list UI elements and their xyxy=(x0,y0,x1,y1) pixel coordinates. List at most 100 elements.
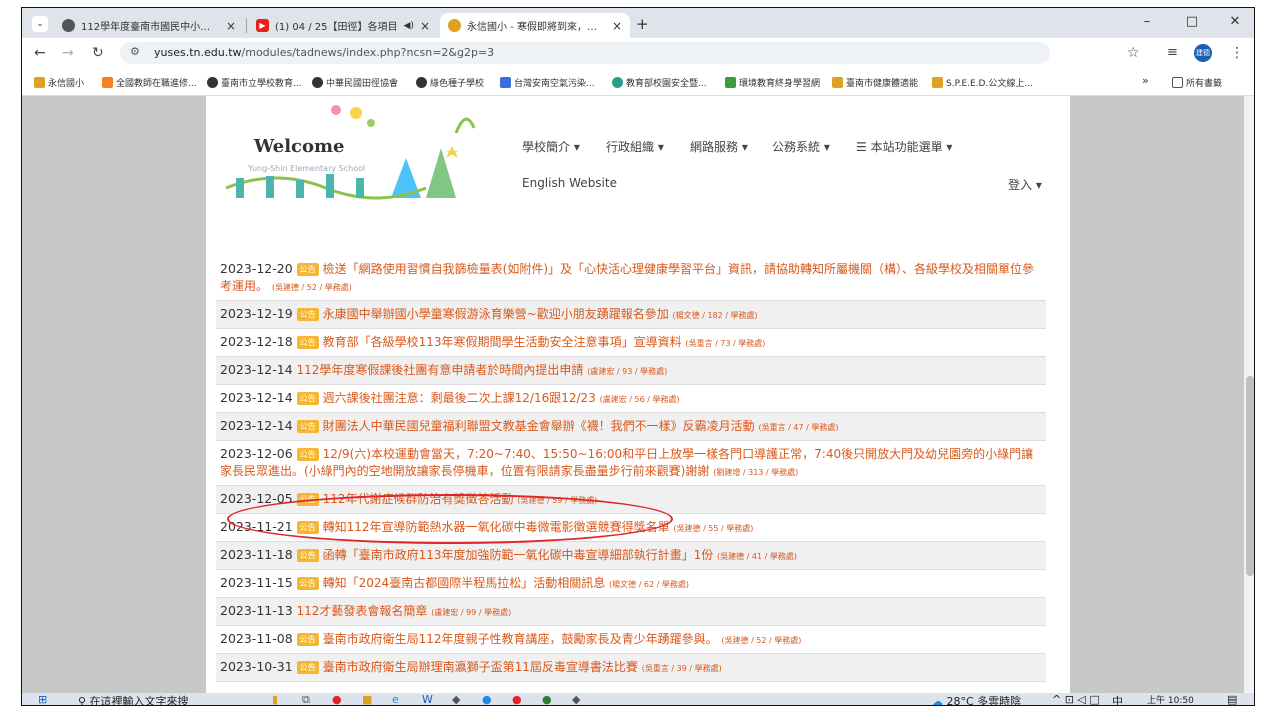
news-row[interactable]: 2023-12-20 公告 檢送「網路使用習慣自我篩檢量表(如附件)」及「心快活心理… xyxy=(216,256,1046,301)
maximize-button[interactable]: □ xyxy=(1177,14,1207,29)
folder-icon xyxy=(1172,77,1183,88)
scroll-thumb[interactable] xyxy=(1246,376,1254,576)
bookmark-icon xyxy=(725,77,736,88)
screen: ⌄ 112學年度臺南市國民中小學田… × ▶ (1) 04 / 25【田徑】各項… xyxy=(21,7,1255,706)
news-row[interactable]: 2023-11-15 公告 轉知「2024臺南古都國際半程馬拉松」活動相關訊息 (楊… xyxy=(216,570,1046,598)
windows-taskbar: ⊞ ⚲ 在這裡輸入文字來搜 ▮ ⧉ ● ■ e W ◆ ● ● ● ◆ ☁ 28… xyxy=(22,693,1254,706)
windows-start-icon[interactable]: ⊞ xyxy=(38,693,47,705)
word-icon[interactable]: W xyxy=(422,693,433,705)
news-list: 2023-12-20 公告 檢送「網路使用習慣自我篩檢量表(如附件)」及「心快活心理… xyxy=(216,256,1046,682)
site-info-icon[interactable]: ⚙ xyxy=(130,45,140,58)
bookmark-item[interactable]: 永信國小 xyxy=(34,76,84,89)
bookmark-icon xyxy=(500,77,511,88)
youtube-icon: ▶ xyxy=(256,19,269,32)
audio-icon[interactable]: ◀) xyxy=(404,21,414,31)
address-bar[interactable]: ⚙ yuses.tn.edu.tw/modules/tadnews/index.… xyxy=(120,42,1050,64)
news-row[interactable]: 2023-12-18 公告 教育部「各級學校113年寒假期間學生活動安全注意事項」宣… xyxy=(216,329,1046,357)
taskbar-app-icon[interactable]: ▮ xyxy=(272,693,278,705)
bookmark-item[interactable]: 綠色種子學校 xyxy=(416,76,484,89)
bookmark-item[interactable]: 全國教師在職進修... xyxy=(102,76,197,89)
app-icon[interactable]: ◆ xyxy=(572,693,580,705)
news-row[interactable]: 2023-11-18 公告 函轉「臺南市政府113年度加強防範一氧化碳中毒宣導細部執… xyxy=(216,542,1046,570)
globe-icon xyxy=(62,19,75,32)
announcement-badge: 公告 xyxy=(296,420,319,433)
menu-kebab-icon[interactable]: ⋮ xyxy=(1230,45,1244,61)
task-view-icon[interactable]: ⧉ xyxy=(302,693,310,705)
site-header: Welcome Yung-Shin Elementary School 學校簡介… xyxy=(206,96,1070,246)
news-row[interactable]: 2023-11-13 112才藝發表會報名簡章 (盧建宏 / 99 / 學務處) xyxy=(216,598,1046,626)
new-tab-button[interactable]: + xyxy=(636,15,649,33)
notification-icon[interactable]: ▤ xyxy=(1227,693,1237,705)
globe-icon xyxy=(207,77,218,88)
globe-icon xyxy=(312,77,323,88)
bookmark-icon xyxy=(612,77,623,88)
tab-search-button[interactable]: ⌄ xyxy=(32,16,48,32)
file-explorer-icon[interactable]: ■ xyxy=(362,693,372,705)
tab-2[interactable]: ▶ (1) 04 / 25【田徑】各項目 ◀) × xyxy=(248,13,438,38)
line-icon[interactable]: ● xyxy=(542,693,552,705)
weather-widget[interactable]: ☁ 28°C 多雲時陰 xyxy=(932,693,1021,706)
bookmark-item[interactable]: 中華民國田徑協會 xyxy=(312,76,398,89)
menu-network-services[interactable]: 網路服務 ▾ xyxy=(690,138,748,155)
highlight-circle-annotation xyxy=(227,494,673,544)
school-favicon-icon xyxy=(448,19,461,32)
bookmark-item[interactable]: 台灣安南空氣污染... xyxy=(500,76,595,89)
app-icon[interactable]: ● xyxy=(482,693,492,705)
bookmark-item[interactable]: 臺南市健康體適能 xyxy=(832,76,918,89)
ime-indicator[interactable]: 中 xyxy=(1112,693,1123,705)
bookmark-icon xyxy=(932,77,943,88)
close-tab-icon[interactable]: × xyxy=(612,19,622,33)
chrome-icon[interactable]: ● xyxy=(332,693,342,705)
clock[interactable]: 上午 10:50 xyxy=(1147,693,1194,705)
login-dropdown[interactable]: 登入 ▾ xyxy=(1008,176,1042,193)
bookmarks-bar: 永信國小 全國教師在職進修... 臺南市立學校教育... 中華民國田徑協會 綠色… xyxy=(22,68,1254,96)
page-scrollbar[interactable] xyxy=(1244,96,1254,693)
profile-avatar[interactable]: 建德 xyxy=(1194,44,1212,62)
list-icon: ☰ xyxy=(856,140,871,154)
news-row[interactable]: 2023-12-06 公告 12/9(六)本校運動會當天，7:20~7:40、15:… xyxy=(216,441,1046,486)
weather-icon: ☁ xyxy=(932,695,947,706)
announcement-badge: 公告 xyxy=(296,549,319,562)
close-window-button[interactable]: ✕ xyxy=(1220,14,1250,29)
menu-admin-org[interactable]: 行政組織 ▾ xyxy=(606,138,664,155)
close-tab-icon[interactable]: × xyxy=(420,19,430,33)
back-icon[interactable]: ← xyxy=(34,45,46,61)
bookmark-item[interactable]: S.P.E.E.D.公文線上... xyxy=(932,76,1033,89)
tab-bar: ⌄ 112學年度臺南市國民中小學田… × ▶ (1) 04 / 25【田徑】各項… xyxy=(22,8,1254,38)
app-icon[interactable]: ◆ xyxy=(452,693,460,705)
school-logo[interactable]: Welcome Yung-Shin Elementary School xyxy=(216,98,486,208)
bookmark-item[interactable]: 教育部校園安全暨... xyxy=(612,76,707,89)
english-website-link[interactable]: English Website xyxy=(522,176,617,190)
tab-3-active[interactable]: 永信國小 - 寒假即將到來，為同… × xyxy=(440,13,630,38)
bookmark-star-icon[interactable]: ☆ xyxy=(1127,45,1140,61)
news-row[interactable]: 2023-12-14 公告 週六課後社團注意：剩最後二次上課12/16跟12/23 … xyxy=(216,385,1046,413)
reload-icon[interactable]: ↻ xyxy=(92,45,104,61)
close-tab-icon[interactable]: × xyxy=(226,19,236,33)
news-row[interactable]: 2023-12-14 112學年度寒假課後社團有意申請者於時間內提出申請 (盧建… xyxy=(216,357,1046,385)
globe-icon xyxy=(416,77,427,88)
forward-icon[interactable]: → xyxy=(62,45,74,61)
tab-1[interactable]: 112學年度臺南市國民中小學田… × xyxy=(54,13,244,38)
menu-school-intro[interactable]: 學校簡介 ▾ xyxy=(522,138,580,155)
menu-official-systems[interactable]: 公務系統 ▾ xyxy=(772,138,830,155)
announcement-badge: 公告 xyxy=(296,577,319,590)
news-row[interactable]: 2023-11-08 公告 臺南市政府衛生局112年度親子性教育講座，鼓勵家長及青少… xyxy=(216,626,1046,654)
bookmark-item[interactable]: 環境教育終身學習網 xyxy=(725,76,820,89)
bookmarks-more-icon[interactable]: » xyxy=(1142,74,1149,87)
menu-site-functions[interactable]: ☰ 本站功能選單 ▾ xyxy=(856,138,952,155)
chrome-icon[interactable]: ● xyxy=(512,693,522,705)
announcement-badge: 公告 xyxy=(296,308,319,321)
bookmark-icon xyxy=(832,77,843,88)
announcement-badge: 公告 xyxy=(296,263,319,276)
news-row[interactable]: 2023-12-14 公告 財團法人中華民國兒童福利聯盟文教基金會舉辦《襪！我們不一… xyxy=(216,413,1046,441)
bookmark-item[interactable]: 臺南市立學校教育... xyxy=(207,76,302,89)
taskbar-search[interactable]: ⚲ 在這裡輸入文字來搜 xyxy=(78,693,189,705)
edge-icon[interactable]: e xyxy=(392,693,399,705)
bookmark-icon xyxy=(102,77,113,88)
extensions-icon[interactable]: ≡ xyxy=(1167,45,1178,60)
news-row[interactable]: 2023-10-31 公告 臺南市政府衛生局辦理南瀛獅子盃第11屆反毒宣導書法比賽 … xyxy=(216,654,1046,682)
news-row[interactable]: 2023-12-19 公告 永康國中舉辦國小學童寒假游泳育樂營~歡迎小朋友踴躍報名參… xyxy=(216,301,1046,329)
all-bookmarks-folder[interactable]: 所有書籤 xyxy=(1172,76,1222,89)
system-tray-icons[interactable]: ^ ⊡ ◁ □ xyxy=(1052,693,1100,705)
minimize-button[interactable]: – xyxy=(1132,14,1162,29)
